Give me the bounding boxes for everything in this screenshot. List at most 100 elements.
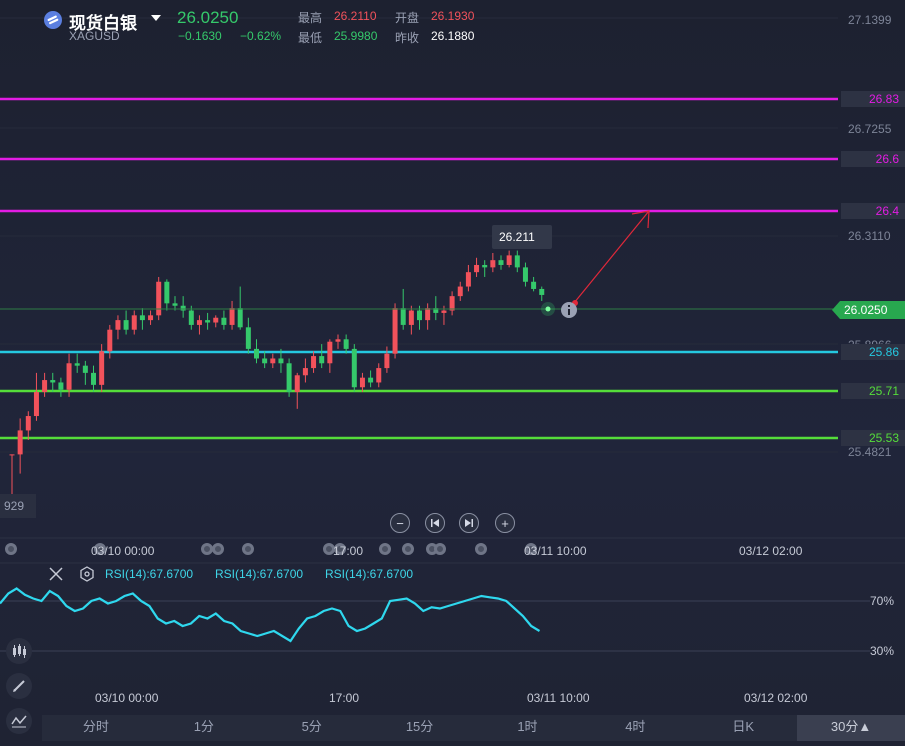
event-marker[interactable]	[5, 543, 17, 555]
level-tag[interactable]: 26.4	[841, 203, 905, 219]
symbol-code: XAGUSD	[69, 29, 120, 43]
level-tag[interactable]: 25.71	[841, 383, 905, 399]
candle-body	[42, 380, 48, 393]
time-axis-label: 03/10 00:00	[95, 691, 159, 705]
settings-icon[interactable]	[79, 566, 95, 582]
skip-forward-icon	[465, 519, 473, 527]
candle-body	[262, 358, 268, 364]
candle-body	[245, 327, 251, 349]
silver-logo-icon	[44, 11, 62, 29]
candle-body	[425, 308, 431, 321]
candle-body	[107, 329, 113, 352]
main-chart[interactable]	[0, 0, 905, 746]
event-marker[interactable]	[242, 543, 254, 555]
event-marker[interactable]	[212, 543, 224, 555]
zoom-out-button[interactable]: −	[390, 513, 410, 533]
candle-body	[498, 260, 504, 265]
tab-1min[interactable]: 1分	[150, 715, 258, 741]
tab-5min[interactable]: 5分	[258, 715, 366, 741]
candle-body	[302, 368, 308, 376]
low-value: 25.9980	[334, 29, 378, 43]
high-label: 最高	[298, 11, 323, 25]
tab-15min[interactable]: 15分	[366, 715, 474, 741]
candle-body	[294, 375, 300, 393]
low-label: 最低	[298, 31, 323, 45]
candle-body	[278, 358, 284, 364]
indicator-tool-button[interactable]	[6, 638, 32, 664]
tab-30min[interactable]: 30分▲	[797, 715, 905, 741]
rsi-indicator-label: RSI(14):67.6700	[325, 567, 414, 581]
scroll-end-button[interactable]	[459, 513, 479, 533]
candle-body	[148, 315, 154, 321]
event-marker[interactable]	[475, 543, 487, 555]
candle-body	[286, 363, 292, 393]
chart-grid	[0, 17, 838, 453]
prev-close-value: 26.1880	[431, 29, 475, 43]
rsi-indicator-label: RSI(14):67.6700	[105, 567, 194, 581]
candle-body	[384, 353, 390, 369]
close-icon[interactable]	[48, 566, 64, 582]
tab-daily[interactable]: 日K	[689, 715, 797, 741]
time-axis-label: 17:00	[333, 544, 364, 558]
rsi-line	[0, 587, 541, 643]
candle-body	[351, 348, 357, 388]
tab-4hour[interactable]: 4时	[581, 715, 689, 741]
level-lines[interactable]	[0, 97, 838, 440]
candlestick-series	[9, 250, 545, 498]
level-tag[interactable]: 26.83	[841, 91, 905, 107]
candle-body	[25, 416, 31, 431]
chevron-down-icon[interactable]	[151, 15, 161, 21]
tab-1hour[interactable]: 1时	[474, 715, 582, 741]
candle-body	[457, 286, 463, 297]
arrow-annotation[interactable]	[572, 210, 650, 306]
candle-body	[180, 305, 186, 311]
candle-body	[514, 255, 520, 268]
candle-body	[392, 308, 398, 354]
price-axis-label: 27.1399	[848, 13, 892, 27]
last-price-dot	[545, 306, 551, 312]
candle-body	[164, 281, 170, 304]
level-tag[interactable]: 25.86	[841, 344, 905, 360]
line-chart-icon	[11, 715, 27, 728]
candle-body	[99, 351, 105, 385]
candle-body	[465, 272, 471, 287]
rsi-level-label: 70%	[870, 594, 895, 608]
price-axis-label: 25.4821	[848, 445, 892, 459]
header: 现货白银 XAGUSD 26.0250 −0.1630 −0.62% 最高 26…	[0, 0, 905, 50]
candle-body	[506, 255, 512, 265]
info-icon[interactable]	[561, 302, 577, 318]
time-axis-label: 03/11 10:00	[524, 544, 587, 558]
level-tag[interactable]: 25.53	[841, 430, 905, 446]
prev-close-label: 昨收	[395, 31, 420, 45]
candle-body	[417, 310, 422, 321]
candle-body	[221, 317, 227, 325]
candle-body	[327, 341, 333, 364]
candle-body	[359, 377, 365, 388]
open-label: 开盘	[395, 11, 420, 25]
candle-body	[229, 308, 235, 325]
current-price-value: 26.0250	[844, 303, 888, 317]
candle-body	[531, 281, 537, 289]
event-marker[interactable]	[434, 543, 446, 555]
candle-body	[311, 356, 317, 369]
candle-body	[522, 267, 528, 282]
last-price: 26.0250	[177, 8, 239, 27]
rsi-level-label: 30%	[870, 644, 895, 658]
event-marker[interactable]	[402, 543, 414, 555]
tab-timeline[interactable]: 分时	[42, 715, 150, 741]
candle-body	[408, 310, 414, 325]
line-tool-button[interactable]	[6, 708, 32, 734]
time-axis-label: 17:00	[329, 691, 360, 705]
current-price-tag: 26.0250	[832, 301, 905, 319]
scroll-start-button[interactable]	[425, 513, 445, 533]
zoom-in-button[interactable]: +	[495, 513, 515, 533]
event-marker[interactable]	[379, 543, 391, 555]
candle-body	[270, 358, 276, 364]
price-change-percent: −0.62%	[240, 29, 282, 43]
skip-back-icon	[431, 519, 439, 527]
draw-tool-button[interactable]	[6, 673, 32, 699]
candle-body	[139, 315, 145, 321]
level-tag[interactable]: 26.6	[841, 151, 905, 167]
candle-body	[441, 310, 447, 313]
open-value: 26.1930	[431, 9, 475, 23]
